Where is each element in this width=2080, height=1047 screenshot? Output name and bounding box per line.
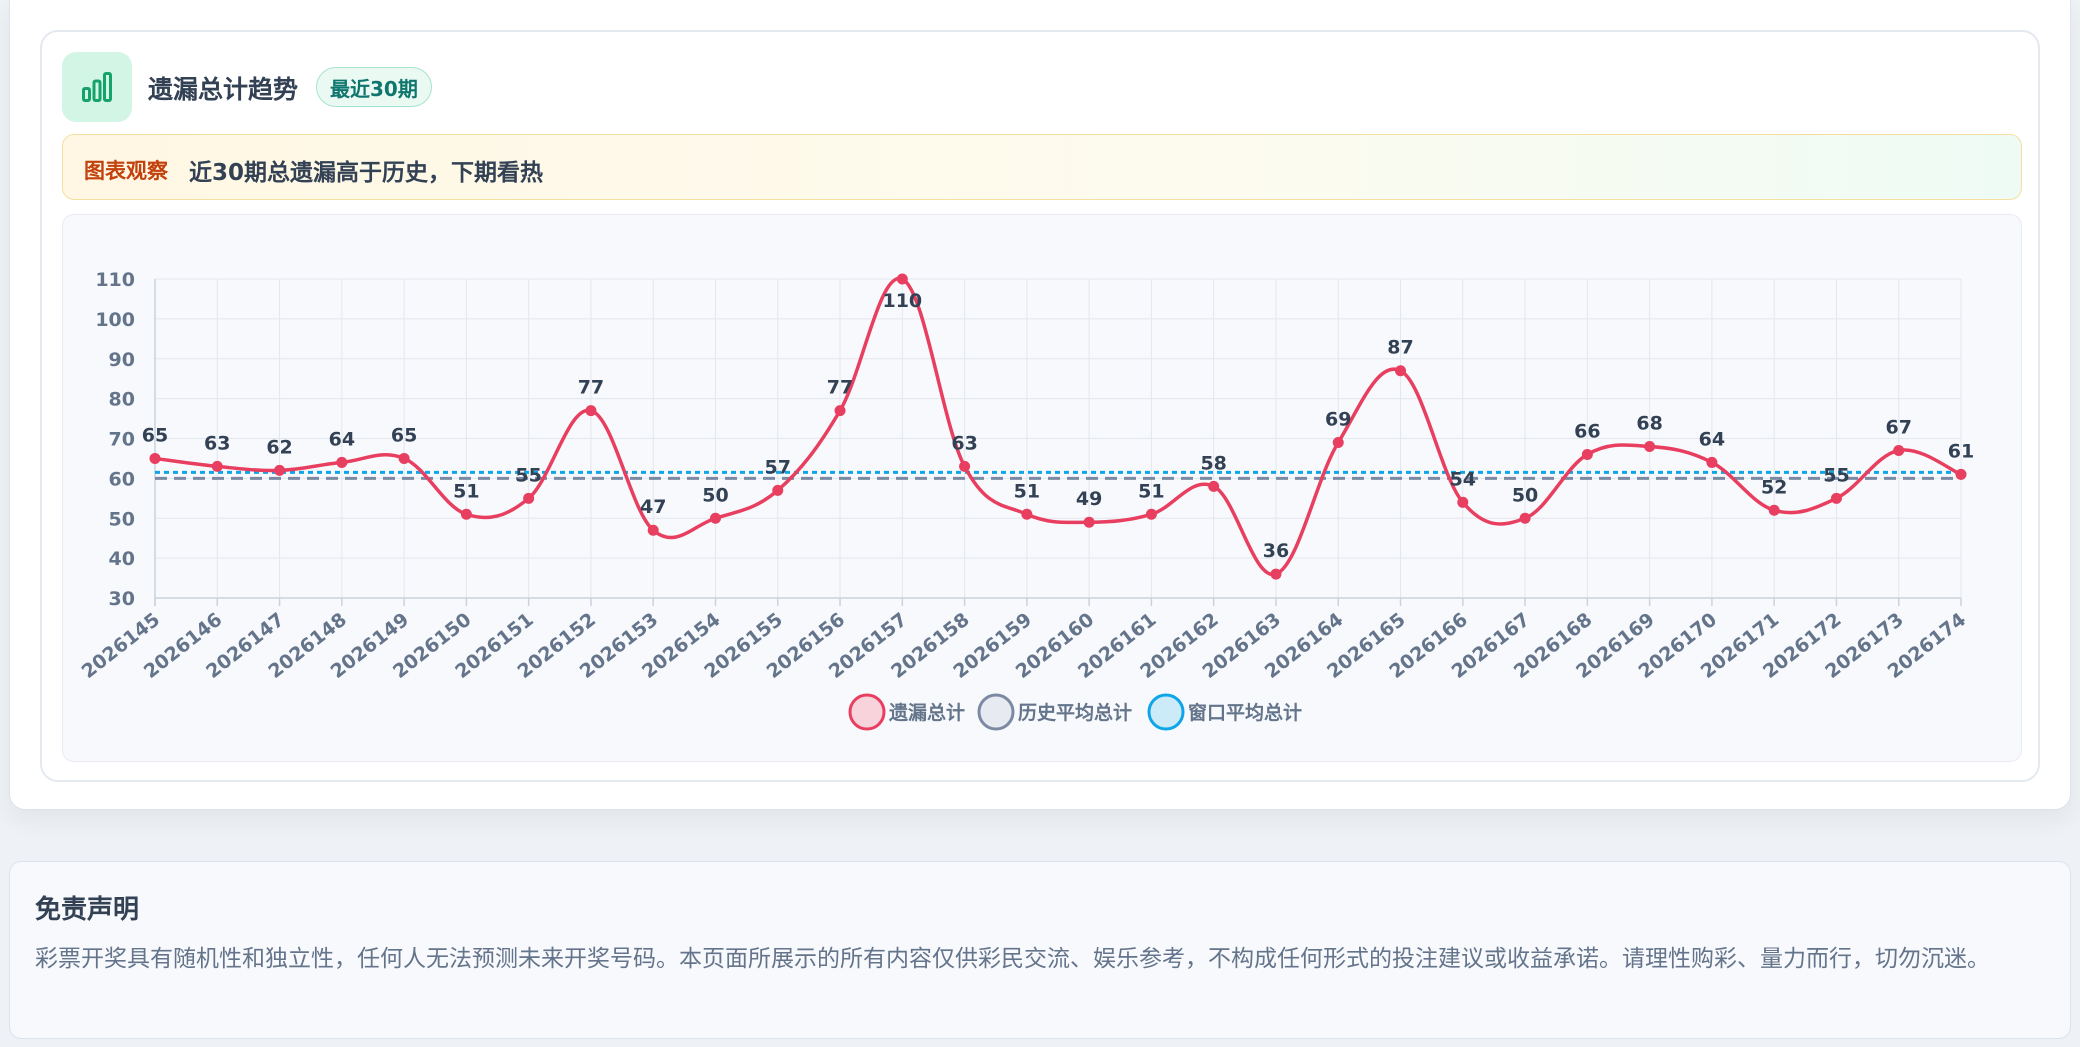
trend-panel: 遗漏总计趋势 最近30期 图表观察 近30期总遗漏高于历史，下期看热 30 40 5… xyxy=(9,0,2071,810)
data-label: 49 xyxy=(1076,488,1102,510)
data-label: 64 xyxy=(1699,428,1725,450)
observation-label: 图表观察 xyxy=(84,159,168,183)
legend-window-average-label: 窗口平均总计 xyxy=(1188,701,1302,724)
data-point xyxy=(1083,516,1095,528)
chart-title: 遗漏总计趋势 xyxy=(148,75,299,104)
data-point xyxy=(1768,504,1780,516)
data-label: 63 xyxy=(951,432,977,454)
data-point xyxy=(1208,480,1220,492)
data-point xyxy=(1395,365,1407,377)
data-point xyxy=(1332,436,1344,448)
data-label: 58 xyxy=(1200,452,1226,474)
data-label: 55 xyxy=(515,464,541,486)
legend-missing-total-label: 遗漏总计 xyxy=(888,701,965,724)
legend-window-average-swatch xyxy=(1147,693,1185,731)
y-tick-label: 110 xyxy=(95,269,135,291)
data-label: 47 xyxy=(640,496,666,518)
legend-historical-average-label: 历史平均总计 xyxy=(1018,701,1132,724)
y-tick-label: 40 xyxy=(109,548,135,570)
legend-missing-total-swatch xyxy=(848,693,886,731)
data-label: 50 xyxy=(1512,484,1538,506)
data-point xyxy=(709,512,721,524)
data-point xyxy=(772,484,784,496)
y-tick-label: 50 xyxy=(109,508,135,530)
data-label: 50 xyxy=(702,484,728,506)
data-label: 69 xyxy=(1325,408,1351,430)
chart-area: 30 40 50 60 70 80 90 100 110 2026145 2026146 202614… xyxy=(62,214,2022,762)
data-label: 64 xyxy=(329,428,355,450)
y-tick-label: 60 xyxy=(109,468,135,490)
data-point xyxy=(1955,468,1967,480)
data-label: 110 xyxy=(882,290,922,312)
bar-chart-icon xyxy=(62,52,132,122)
data-point xyxy=(585,405,597,417)
data-point xyxy=(211,460,223,472)
data-label: 54 xyxy=(1450,468,1476,490)
data-label: 63 xyxy=(204,432,230,454)
observation-text: 近30期总遗漏高于历史，下期看热 xyxy=(189,160,544,186)
data-label: 77 xyxy=(827,377,853,399)
data-point xyxy=(1581,448,1593,460)
data-label: 67 xyxy=(1885,416,1911,438)
data-label: 62 xyxy=(266,436,292,458)
data-point xyxy=(1270,568,1282,580)
data-point xyxy=(274,464,286,476)
data-point xyxy=(834,405,846,417)
data-point xyxy=(336,456,348,468)
data-point xyxy=(1145,508,1157,520)
y-tick-label: 100 xyxy=(95,309,135,331)
y-tick-label: 30 xyxy=(109,588,135,610)
data-label: 87 xyxy=(1387,337,1413,359)
data-point xyxy=(647,524,659,536)
observation-box: 图表观察 近30期总遗漏高于历史，下期看热 xyxy=(62,134,2022,200)
data-label: 52 xyxy=(1761,476,1787,498)
data-point xyxy=(1021,508,1033,520)
data-label: 51 xyxy=(1014,480,1040,502)
data-label: 61 xyxy=(1948,440,1974,462)
data-label: 51 xyxy=(1138,480,1164,502)
data-point xyxy=(1706,456,1718,468)
data-point xyxy=(1519,512,1531,524)
data-point xyxy=(1893,444,1905,456)
data-label: 51 xyxy=(453,480,479,502)
disclaimer-panel: 免责声明 彩票开奖具有随机性和独立性，任何人无法预测未来开奖号码。本页面所展示的… xyxy=(9,861,2071,1039)
data-point xyxy=(1644,440,1656,452)
line-chart: 3040506070809010011020261452026146202614… xyxy=(78,269,1974,731)
trend-card: 遗漏总计趋势 最近30期 图表观察 近30期总遗漏高于历史，下期看热 30 40 5… xyxy=(40,30,2040,782)
disclaimer-text: 彩票开奖具有随机性和独立性，任何人无法预测未来开奖号码。本页面所展示的所有内容仅… xyxy=(35,946,1990,972)
y-tick-label: 70 xyxy=(109,429,135,451)
data-label: 57 xyxy=(765,456,791,478)
data-point xyxy=(1457,496,1469,508)
period-badge: 最近30期 xyxy=(316,67,432,107)
missing-total-line xyxy=(154,276,1962,576)
data-label: 55 xyxy=(1823,464,1849,486)
data-point xyxy=(959,460,971,472)
disclaimer-title: 免责声明 xyxy=(35,895,140,925)
data-point xyxy=(523,492,535,504)
data-point xyxy=(460,508,472,520)
data-label: 65 xyxy=(391,424,417,446)
data-label: 68 xyxy=(1636,412,1662,434)
data-point xyxy=(398,452,410,464)
data-point xyxy=(896,273,908,285)
y-tick-label: 90 xyxy=(109,349,135,371)
data-point xyxy=(149,452,161,464)
data-point xyxy=(1830,492,1842,504)
legend-historical-average-swatch xyxy=(977,693,1015,731)
y-tick-label: 80 xyxy=(109,389,135,411)
data-label: 65 xyxy=(142,424,168,446)
data-label: 36 xyxy=(1263,540,1289,562)
data-label: 77 xyxy=(578,377,604,399)
data-label: 66 xyxy=(1574,420,1600,442)
